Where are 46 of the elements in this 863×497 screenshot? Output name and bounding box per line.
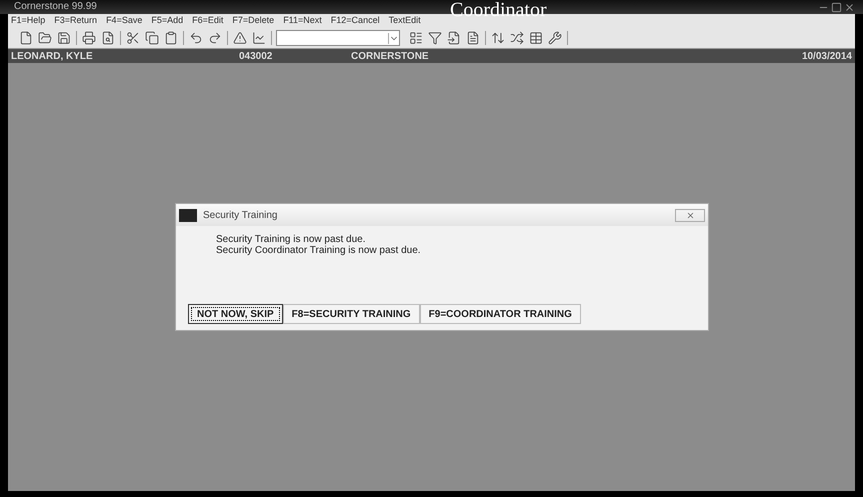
status-user: LEONARD, KYLE	[11, 50, 94, 64]
print-preview-icon[interactable]	[101, 31, 115, 45]
dialog-title: Security Training	[203, 208, 278, 222]
table-icon[interactable]	[529, 31, 543, 45]
paste-icon[interactable]	[164, 31, 178, 45]
status-date: 10/03/2014	[802, 50, 852, 64]
undo-icon[interactable]	[189, 31, 203, 45]
close-icon[interactable]	[844, 2, 855, 12]
filter-icon[interactable]	[428, 31, 442, 45]
menu-item[interactable]: TextEdit	[388, 14, 421, 28]
dropdown-caret-icon	[388, 32, 399, 44]
menu-item[interactable]: F6=Edit	[192, 14, 224, 28]
chart-icon[interactable]	[252, 31, 266, 45]
document-icon[interactable]	[466, 31, 480, 45]
menu-item[interactable]: F11=Next	[283, 14, 322, 28]
combo-box[interactable]	[276, 30, 400, 46]
redo-icon[interactable]	[208, 31, 222, 45]
copy-icon[interactable]	[145, 31, 159, 45]
menu-item[interactable]: F1=Help	[11, 14, 46, 28]
dialog-button[interactable]: NOT NOW, SKIP	[188, 304, 283, 324]
form-icon[interactable]	[447, 31, 461, 45]
sort-icon[interactable]	[491, 31, 505, 45]
menu-item[interactable]: F4=Save	[106, 14, 142, 28]
folder-icon[interactable]	[38, 31, 52, 45]
tools-icon[interactable]	[548, 31, 562, 45]
status-code: 043002	[239, 50, 274, 64]
menu-item[interactable]: F5=Add	[151, 14, 184, 28]
message-text: Security Training is now past due.	[216, 234, 367, 245]
list-icon[interactable]	[409, 31, 423, 45]
new-file-icon[interactable]	[19, 31, 33, 45]
app-icon	[179, 208, 197, 222]
cut-icon[interactable]	[126, 31, 140, 45]
menu-item[interactable]: F7=Delete	[232, 14, 274, 28]
maximize-icon[interactable]	[831, 2, 842, 12]
close-icon	[686, 210, 694, 220]
warning-icon[interactable]	[233, 31, 247, 45]
dialog-button[interactable]: F8=SECURITY TRAINING	[282, 304, 420, 324]
status-system: CORNERSTONE	[351, 50, 429, 64]
save-icon[interactable]	[57, 31, 71, 45]
shuffle-icon[interactable]	[510, 31, 524, 45]
window-title: Cornerstone 99.99	[14, 2, 97, 12]
menu-item[interactable]: F12=Cancel	[330, 14, 380, 28]
dialog-button[interactable]: F9=COORDINATOR TRAINING	[420, 304, 581, 324]
menu-item[interactable]: F3=Return	[54, 14, 98, 28]
printer-icon[interactable]	[82, 31, 96, 45]
message-text: Security Coordinator Training is now past due.	[216, 245, 422, 256]
